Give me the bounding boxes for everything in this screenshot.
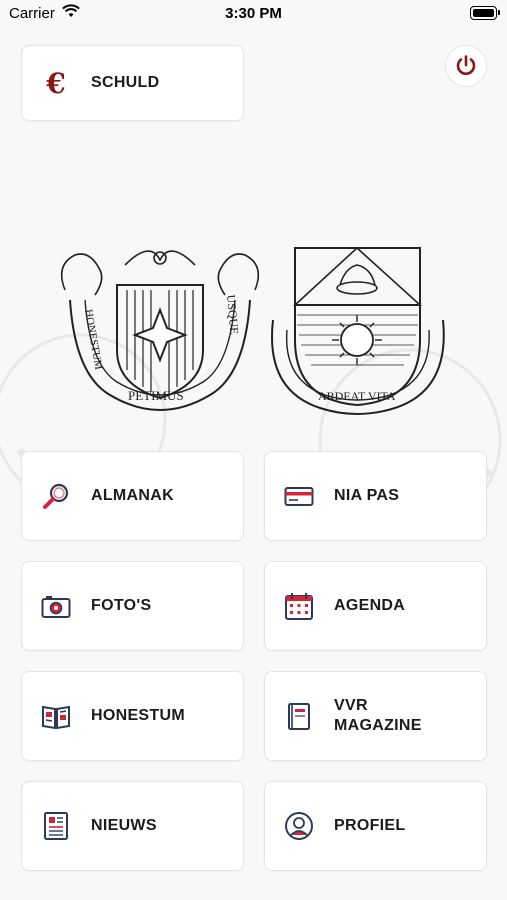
status-bar: Carrier 3:30 PM	[0, 0, 507, 30]
menu-item-label: NIEUWS	[91, 817, 157, 834]
newspaper-icon	[41, 811, 71, 841]
menu-item-label: PROFIEL	[334, 817, 406, 834]
menu-item-label: HONESTUM	[91, 707, 185, 724]
search-icon	[41, 481, 71, 511]
crest-motto-ardeat: ARDEAT VITA	[318, 389, 396, 403]
debt-button-label: SCHULD	[91, 74, 160, 91]
power-icon	[456, 55, 476, 75]
menu-item-label: AGENDA	[334, 597, 406, 614]
camera-icon	[41, 591, 71, 621]
menu-item-label: NIA PAS	[334, 487, 400, 504]
crests-logo: HONESTUM USQUE PETIMUS ARDEAT VITA	[60, 246, 445, 415]
crest-motto-bottom: PETIMUS	[128, 388, 184, 403]
calendar-icon	[284, 591, 314, 621]
menu-item-agenda[interactable]: AGENDA	[264, 561, 487, 651]
menu-item-nia-pas[interactable]: NIA PAS	[264, 451, 487, 541]
magazine-icon	[284, 701, 314, 731]
menu-item-nieuws[interactable]: NIEUWS	[21, 781, 244, 871]
battery-icon	[470, 6, 500, 20]
book-icon	[41, 701, 71, 731]
menu-item-almanak[interactable]: ALMANAK	[21, 451, 244, 541]
menu-item-profiel[interactable]: PROFIEL	[264, 781, 487, 871]
card-icon	[284, 481, 314, 511]
menu-item-fotos[interactable]: FOTO'S	[21, 561, 244, 651]
menu-item-label: FOTO'S	[91, 597, 152, 614]
euro-icon: €	[46, 66, 66, 100]
logout-button[interactable]	[445, 45, 487, 87]
menu-item-label: ALMANAK	[91, 487, 174, 504]
menu-item-vvr-magazine[interactable]: VVR MAGAZINE	[264, 671, 487, 761]
crest-motto-top: HONESTUM	[82, 308, 104, 370]
clock: 3:30 PM	[225, 5, 282, 22]
profile-icon	[284, 811, 314, 841]
menu-item-label: VVR MAGAZINE	[334, 697, 422, 734]
crest-motto-right: USQUE	[224, 294, 241, 335]
debt-button[interactable]: € SCHULD	[21, 45, 244, 121]
menu-item-honestum[interactable]: HONESTUM	[21, 671, 244, 761]
